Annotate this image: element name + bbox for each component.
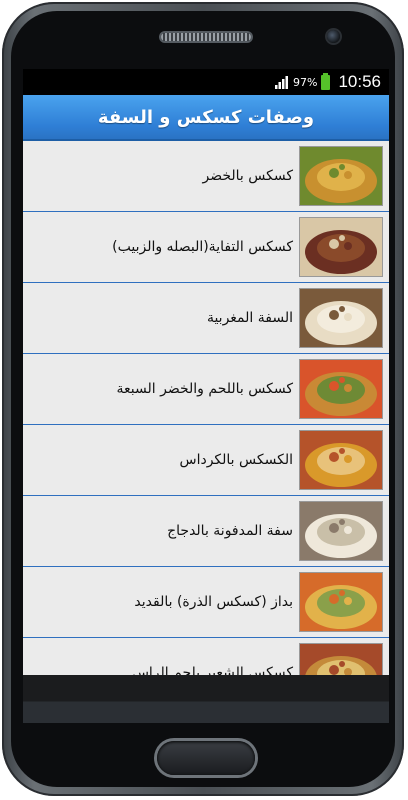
list-item[interactable]: الكسكس بالكرداس [23,425,389,496]
list-item[interactable]: كسكس باللحم والخضر السبعة [23,354,389,425]
recipe-label: سفة المدفونة بالدجاج [167,523,293,539]
app-title-bar: وصفات كسكس و السفة [23,95,389,141]
recipe-list[interactable]: كسكس بالخضر كسكس التفاية(البصله والزبيب) ا… [23,141,389,709]
recipe-thumbnail [299,146,383,206]
recipe-label: بداز (كسكس الذرة) بالقديد [134,594,293,610]
speaker-grille [161,33,251,41]
list-item[interactable]: بداز (كسكس الذرة) بالقديد [23,567,389,638]
food-image-icon [300,218,382,276]
food-image-icon [300,431,382,489]
app-title: وصفات كسكس و السفة [97,106,315,128]
food-image-icon [300,289,382,347]
clock: 10:56 [338,72,381,91]
bottom-bar [23,675,389,723]
recipe-thumbnail [299,359,383,419]
battery-percent: 97% [293,75,318,89]
recipe-label: الكسكس بالكرداس [179,452,293,468]
recipe-label: كسكس بالخضر [202,168,293,184]
signal-icon [275,76,288,89]
recipe-label: كسكس باللحم والخضر السبعة [116,381,293,397]
food-image-icon [300,147,382,205]
food-image-icon [300,573,382,631]
list-item[interactable]: السفة المغربية [23,283,389,354]
battery-icon [321,72,331,90]
food-image-icon [300,360,382,418]
recipe-thumbnail [299,288,383,348]
status-bar: 97% 10:56 [23,69,389,95]
phone-frame: 97% 10:56 وصفات كسكس و السفة كسكس بالخضر… [2,2,404,796]
list-item[interactable]: سفة المدفونة بالدجاج [23,496,389,567]
list-item[interactable]: كسكس التفاية(البصله والزبيب) [23,212,389,283]
recipe-thumbnail [299,217,383,277]
list-item[interactable]: كسكس بالخضر [23,141,389,212]
front-camera [327,30,340,43]
recipe-thumbnail [299,572,383,632]
food-image-icon [300,502,382,560]
recipe-thumbnail [299,501,383,561]
recipe-label: كسكس التفاية(البصله والزبيب) [112,239,293,255]
recipe-label: السفة المغربية [206,310,293,326]
home-button[interactable] [157,741,255,775]
screen: 97% 10:56 وصفات كسكس و السفة كسكس بالخضر… [23,69,389,723]
recipe-thumbnail [299,430,383,490]
